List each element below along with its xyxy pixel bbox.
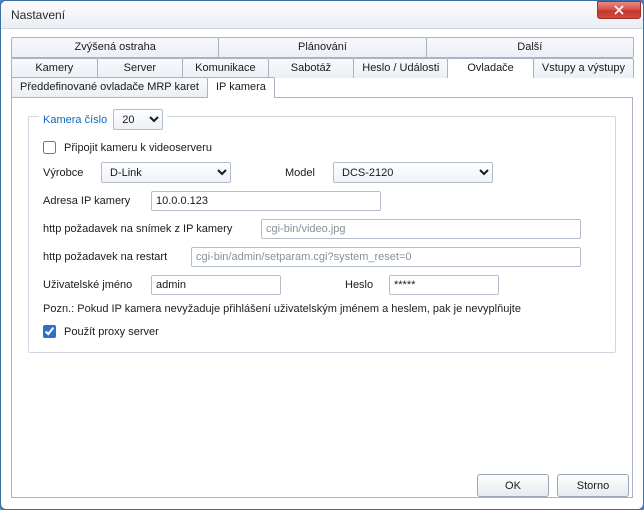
- settings-window: Nastavení Zvýšená ostraha Plánování Dalš…: [0, 0, 644, 510]
- use-proxy-label: Použít proxy server: [64, 326, 159, 338]
- connect-videoserver-checkbox[interactable]: [43, 141, 56, 154]
- model-label: Model: [285, 167, 325, 179]
- password-label: Heslo: [345, 279, 381, 291]
- connect-videoserver-label: Připojit kameru k videoserveru: [64, 142, 212, 154]
- subtabs: Předdefinované ovladače MRP karet IP kam…: [11, 77, 633, 98]
- close-icon: [614, 5, 624, 15]
- tab-ovladace[interactable]: Ovladače: [447, 58, 534, 78]
- dialog-buttons: OK Storno: [477, 474, 629, 497]
- restart-http-input[interactable]: [191, 247, 581, 267]
- restart-http-label: http požadavek na restart: [43, 251, 183, 263]
- ip-address-input[interactable]: [151, 191, 381, 211]
- use-proxy-checkbox[interactable]: [43, 325, 56, 338]
- tab-vstupy-vystupy[interactable]: Vstupy a výstupy: [533, 58, 634, 78]
- tabs-top-row: Zvýšená ostraha Plánování Další: [11, 37, 633, 58]
- tabs-bottom-row: Kamery Server Komunikace Sabotáž Heslo /…: [11, 58, 633, 78]
- tab-dalsi[interactable]: Další: [426, 37, 634, 57]
- username-input[interactable]: [151, 275, 281, 295]
- tab-page: Kamera číslo 20 Připojit kameru k videos…: [11, 98, 633, 498]
- camera-group: Kamera číslo 20 Připojit kameru k videos…: [28, 116, 616, 353]
- group-legend: Kamera číslo 20: [39, 109, 167, 130]
- window-title: Nastavení: [11, 8, 597, 22]
- model-select[interactable]: DCS-2120: [333, 162, 493, 183]
- close-button[interactable]: [597, 1, 641, 19]
- subtab-mrp-karet[interactable]: Předdefinované ovladače MRP karet: [11, 77, 208, 97]
- tab-zvysena-ostraha[interactable]: Zvýšená ostraha: [11, 37, 219, 57]
- username-label: Uživatelské jméno: [43, 279, 143, 291]
- tab-komunikace[interactable]: Komunikace: [182, 58, 269, 78]
- credentials-note: Pozn.: Pokud IP kamera nevyžaduje přihlá…: [43, 303, 601, 315]
- tab-sabotaz[interactable]: Sabotáž: [268, 58, 355, 78]
- snapshot-http-label: http požadavek na snímek z IP kamery: [43, 223, 253, 235]
- vendor-select[interactable]: D-Link: [101, 162, 231, 183]
- legend-text: Kamera číslo: [43, 114, 107, 126]
- vendor-label: Výrobce: [43, 167, 93, 179]
- titlebar: Nastavení: [1, 1, 643, 29]
- tab-server[interactable]: Server: [97, 58, 184, 78]
- password-input[interactable]: [389, 275, 499, 295]
- snapshot-http-input[interactable]: [261, 219, 581, 239]
- tab-planovani[interactable]: Plánování: [218, 37, 426, 57]
- ok-button[interactable]: OK: [477, 474, 549, 497]
- tab-heslo-udalosti[interactable]: Heslo / Události: [353, 58, 448, 78]
- tab-kamery[interactable]: Kamery: [11, 58, 98, 78]
- subtab-ip-kamera[interactable]: IP kamera: [207, 77, 275, 97]
- camera-number-select[interactable]: 20: [113, 109, 163, 130]
- cancel-button[interactable]: Storno: [557, 474, 629, 497]
- ip-address-label: Adresa IP kamery: [43, 195, 143, 207]
- client-area: Zvýšená ostraha Plánování Další Kamery S…: [1, 29, 643, 509]
